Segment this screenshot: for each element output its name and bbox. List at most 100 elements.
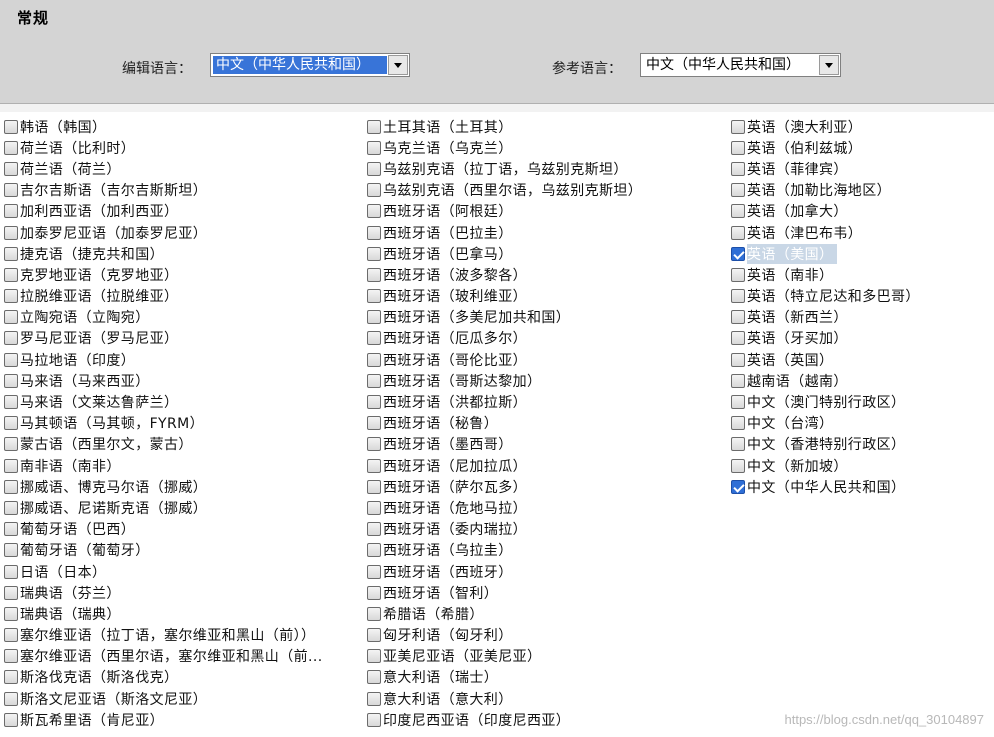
checkbox-icon[interactable] bbox=[731, 161, 745, 176]
language-checkbox-item[interactable]: 西班牙语（哥斯达黎加） bbox=[367, 370, 642, 391]
language-checkbox-item[interactable]: 西班牙语（秘鲁） bbox=[367, 413, 642, 434]
language-checkbox-item[interactable]: 西班牙语（哥伦比亚） bbox=[367, 349, 642, 370]
language-checkbox-item[interactable]: 荷兰语（荷兰） bbox=[4, 158, 323, 179]
language-checkbox-item[interactable]: 意大利语（瑞士） bbox=[367, 667, 642, 688]
language-checkbox-item[interactable]: 斯洛文尼亚语（斯洛文尼亚） bbox=[4, 688, 323, 709]
edit-language-dropdown-button[interactable] bbox=[388, 55, 408, 75]
language-checkbox-item[interactable]: 越南语（越南） bbox=[731, 370, 920, 391]
language-checkbox-item[interactable]: 印度尼西亚语（印度尼西亚） bbox=[367, 709, 642, 730]
checkbox-icon[interactable] bbox=[367, 331, 381, 346]
language-checkbox-item[interactable]: 西班牙语（智利） bbox=[367, 582, 642, 603]
checkbox-icon[interactable] bbox=[731, 310, 745, 325]
language-checkbox-item[interactable]: 西班牙语（萨尔瓦多） bbox=[367, 476, 642, 497]
checkbox-icon[interactable] bbox=[4, 691, 18, 706]
checkbox-icon[interactable] bbox=[4, 119, 18, 134]
checkbox-icon[interactable] bbox=[4, 543, 18, 558]
checkbox-icon[interactable] bbox=[367, 670, 381, 685]
checkbox-icon[interactable] bbox=[367, 500, 381, 515]
checkbox-icon[interactable] bbox=[4, 522, 18, 537]
language-checkbox-item[interactable]: 英语（特立尼达和多巴哥） bbox=[731, 286, 920, 307]
checkbox-icon[interactable] bbox=[367, 416, 381, 431]
checkbox-icon[interactable] bbox=[4, 564, 18, 579]
checkbox-icon[interactable] bbox=[367, 204, 381, 219]
language-checkbox-item[interactable]: 西班牙语（多美尼加共和国） bbox=[367, 307, 642, 328]
language-checkbox-item[interactable]: 中文（台湾） bbox=[731, 413, 920, 434]
checkbox-icon[interactable] bbox=[4, 712, 18, 727]
checkbox-checked-icon[interactable] bbox=[731, 246, 745, 261]
language-checkbox-item[interactable]: 西班牙语（墨西哥） bbox=[367, 434, 642, 455]
checkbox-icon[interactable] bbox=[367, 606, 381, 621]
checkbox-icon[interactable] bbox=[4, 458, 18, 473]
checkbox-icon[interactable] bbox=[367, 543, 381, 558]
checkbox-icon[interactable] bbox=[367, 649, 381, 664]
language-checkbox-item[interactable]: 西班牙语（波多黎各） bbox=[367, 264, 642, 285]
checkbox-checked-icon[interactable] bbox=[731, 479, 745, 494]
checkbox-icon[interactable] bbox=[4, 204, 18, 219]
language-checkbox-item[interactable]: 西班牙语（委内瑞拉） bbox=[367, 519, 642, 540]
language-checkbox-item[interactable]: 南非语（南非） bbox=[4, 455, 323, 476]
checkbox-icon[interactable] bbox=[367, 373, 381, 388]
language-checkbox-item[interactable]: 马拉地语（印度） bbox=[4, 349, 323, 370]
checkbox-icon[interactable] bbox=[367, 437, 381, 452]
checkbox-icon[interactable] bbox=[4, 416, 18, 431]
checkbox-icon[interactable] bbox=[4, 140, 18, 155]
language-checkbox-item[interactable]: 希腊语（希腊） bbox=[367, 603, 642, 624]
edit-language-select[interactable]: 中文（中华人民共和国） bbox=[210, 53, 410, 77]
language-checkbox-item[interactable]: 英语（津巴布韦） bbox=[731, 222, 920, 243]
language-checkbox-item[interactable]: 匈牙利语（匈牙利） bbox=[367, 625, 642, 646]
language-checkbox-item[interactable]: 意大利语（意大利） bbox=[367, 688, 642, 709]
checkbox-icon[interactable] bbox=[367, 585, 381, 600]
language-checkbox-item[interactable]: 韩语（韩国） bbox=[4, 116, 323, 137]
language-checkbox-item[interactable]: 西班牙语（尼加拉瓜） bbox=[367, 455, 642, 476]
checkbox-icon[interactable] bbox=[367, 395, 381, 410]
checkbox-icon[interactable] bbox=[4, 670, 18, 685]
checkbox-icon[interactable] bbox=[367, 161, 381, 176]
checkbox-icon[interactable] bbox=[731, 437, 745, 452]
checkbox-icon[interactable] bbox=[4, 289, 18, 304]
checkbox-icon[interactable] bbox=[367, 691, 381, 706]
checkbox-icon[interactable] bbox=[731, 183, 745, 198]
checkbox-icon[interactable] bbox=[367, 479, 381, 494]
language-checkbox-item[interactable]: 西班牙语（巴拉圭） bbox=[367, 222, 642, 243]
language-checkbox-item[interactable]: 西班牙语（洪都拉斯） bbox=[367, 391, 642, 412]
checkbox-icon[interactable] bbox=[731, 395, 745, 410]
reference-language-select[interactable]: 中文（中华人民共和国） bbox=[640, 53, 841, 77]
checkbox-icon[interactable] bbox=[731, 119, 745, 134]
language-checkbox-item[interactable]: 吉尔吉斯语（吉尔吉斯斯坦） bbox=[4, 180, 323, 201]
language-checkbox-item[interactable]: 塞尔维亚语（拉丁语，塞尔维亚和黑山（前）） bbox=[4, 625, 323, 646]
checkbox-icon[interactable] bbox=[731, 352, 745, 367]
language-checkbox-item[interactable]: 乌克兰语（乌克兰） bbox=[367, 137, 642, 158]
language-checkbox-item[interactable]: 西班牙语（巴拿马） bbox=[367, 243, 642, 264]
language-checkbox-item[interactable]: 西班牙语（危地马拉） bbox=[367, 497, 642, 518]
checkbox-icon[interactable] bbox=[4, 479, 18, 494]
checkbox-icon[interactable] bbox=[367, 628, 381, 643]
language-checkbox-item[interactable]: 乌兹别克语（拉丁语，乌兹别克斯坦） bbox=[367, 158, 642, 179]
checkbox-icon[interactable] bbox=[4, 267, 18, 282]
checkbox-icon[interactable] bbox=[4, 628, 18, 643]
language-checkbox-item[interactable]: 立陶宛语（立陶宛） bbox=[4, 307, 323, 328]
checkbox-icon[interactable] bbox=[4, 225, 18, 240]
language-checkbox-item[interactable]: 英语（澳大利亚） bbox=[731, 116, 920, 137]
language-checkbox-item[interactable]: 英语（加拿大） bbox=[731, 201, 920, 222]
checkbox-icon[interactable] bbox=[731, 373, 745, 388]
language-checkbox-item[interactable]: 斯洛伐克语（斯洛伐克） bbox=[4, 667, 323, 688]
checkbox-icon[interactable] bbox=[4, 246, 18, 261]
language-checkbox-item[interactable]: 斯瓦希里语（肯尼亚） bbox=[4, 709, 323, 730]
language-checkbox-item[interactable]: 荷兰语（比利时） bbox=[4, 137, 323, 158]
checkbox-icon[interactable] bbox=[4, 437, 18, 452]
checkbox-icon[interactable] bbox=[4, 500, 18, 515]
checkbox-icon[interactable] bbox=[367, 352, 381, 367]
language-checkbox-item[interactable]: 马其顿语（马其顿，FYRM） bbox=[4, 413, 323, 434]
language-checkbox-item[interactable]: 英语（伯利兹城） bbox=[731, 137, 920, 158]
checkbox-icon[interactable] bbox=[4, 183, 18, 198]
checkbox-icon[interactable] bbox=[731, 225, 745, 240]
checkbox-icon[interactable] bbox=[367, 458, 381, 473]
checkbox-icon[interactable] bbox=[367, 310, 381, 325]
checkbox-icon[interactable] bbox=[367, 225, 381, 240]
checkbox-icon[interactable] bbox=[367, 564, 381, 579]
checkbox-icon[interactable] bbox=[4, 331, 18, 346]
reference-language-dropdown-button[interactable] bbox=[819, 55, 839, 75]
language-checkbox-item[interactable]: 中文（香港特别行政区） bbox=[731, 434, 920, 455]
language-checkbox-item[interactable]: 西班牙语（乌拉圭） bbox=[367, 540, 642, 561]
checkbox-icon[interactable] bbox=[4, 373, 18, 388]
